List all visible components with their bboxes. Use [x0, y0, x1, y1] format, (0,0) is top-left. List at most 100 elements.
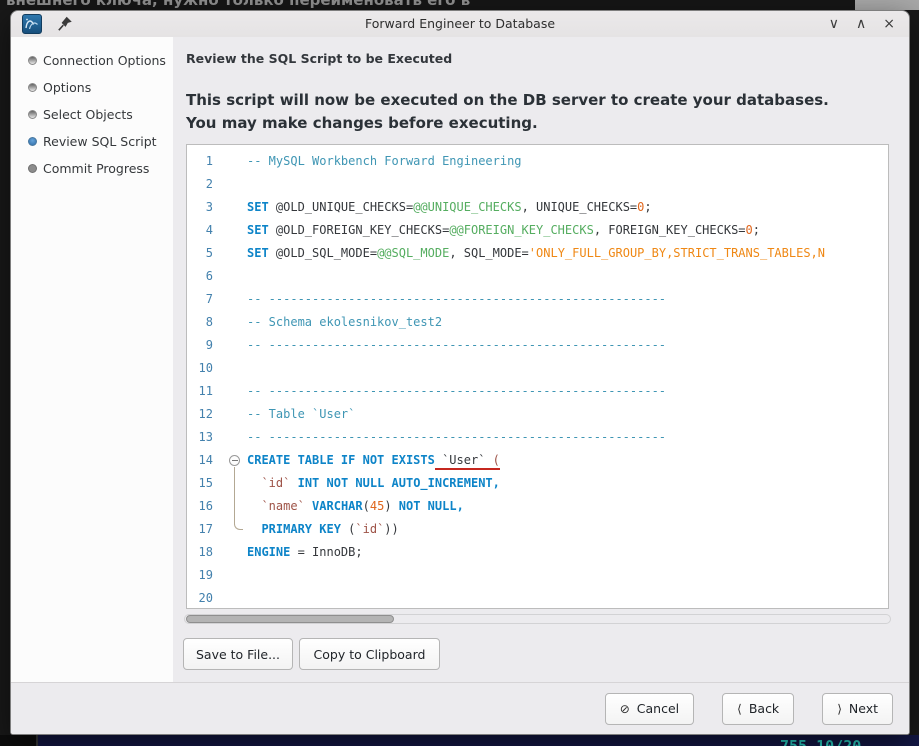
line-number: 6 — [187, 265, 213, 288]
description-text: This script will now be executed on the … — [186, 89, 829, 135]
line-number: 7 — [187, 288, 213, 311]
code-text: SET @OLD_SQL_MODE=@@SQL_MODE, SQL_MODE='… — [247, 242, 825, 265]
line-number: 16 — [187, 495, 213, 518]
main-content: Review the SQL Script to be Executed Thi… — [173, 37, 909, 682]
code-line-19[interactable]: 19 — [187, 564, 888, 587]
copy-to-clipboard-button[interactable]: Copy to Clipboard — [299, 638, 440, 670]
sidebar-item-connection-options[interactable]: Connection Options — [11, 47, 173, 74]
code-line-1[interactable]: 1 -- MySQL Workbench Forward Engineering — [187, 150, 888, 173]
cancel-label: Cancel — [637, 701, 679, 716]
code-line-6[interactable]: 6 — [187, 265, 888, 288]
line-number: 9 — [187, 334, 213, 357]
sidebar-item-review-sql-script[interactable]: Review SQL Script — [11, 128, 173, 155]
code-line-9[interactable]: 9 -- ------------------------------------… — [187, 334, 888, 357]
code-text: -- Table `User` — [247, 403, 355, 426]
line-number: 15 — [187, 472, 213, 495]
close-icon[interactable]: × — [883, 15, 895, 33]
code-text: PRIMARY KEY (`id`)) — [247, 518, 399, 541]
line-number: 18 — [187, 541, 213, 564]
line-number: 8 — [187, 311, 213, 334]
step-bullet-icon — [28, 164, 37, 173]
code-text: -- -------------------------------------… — [247, 334, 666, 357]
code-text: -- -------------------------------------… — [247, 288, 666, 311]
step-label: Review SQL Script — [43, 134, 157, 149]
background-window-top-right — [855, 0, 919, 10]
sidebar-item-commit-progress[interactable]: Commit Progress — [11, 155, 173, 182]
line-number: 2 — [187, 173, 213, 196]
back-button[interactable]: ⟨ Back — [722, 693, 794, 725]
step-bullet-icon — [28, 137, 37, 146]
editor-horizontal-scrollbar[interactable] — [184, 614, 891, 624]
code-line-17[interactable]: 17 PRIMARY KEY (`id`)) — [187, 518, 888, 541]
dialog-footer: ⊘ Cancel ⟨ Back ⟩ Next — [11, 682, 909, 734]
code-fold-guide — [234, 467, 243, 530]
code-line-8[interactable]: 8-- Schema ekolesnikov_test2 — [187, 311, 888, 334]
scrollbar-thumb[interactable] — [186, 615, 394, 623]
dialog-title: Forward Engineer to Database — [11, 16, 909, 31]
line-number: 14 — [187, 449, 213, 472]
line-number: 3 — [187, 196, 213, 219]
code-line-11[interactable]: 11 -- -----------------------------------… — [187, 380, 888, 403]
step-label: Connection Options — [43, 53, 166, 68]
background-bottom-text-fragment: 755 10/20 — [780, 737, 861, 746]
code-text: SET @OLD_FOREIGN_KEY_CHECKS=@@FOREIGN_KE… — [247, 219, 760, 242]
code-line-12[interactable]: 12-- Table `User` — [187, 403, 888, 426]
desktop: внешнего ключа, нужно только переименова… — [0, 0, 919, 746]
sql-script-editor[interactable]: 1 -- MySQL Workbench Forward Engineering 2… — [186, 144, 889, 609]
code-line-2[interactable]: 2 — [187, 173, 888, 196]
code-text: -- MySQL Workbench Forward Engineering — [247, 150, 522, 173]
step-label: Commit Progress — [43, 161, 149, 176]
window-controls: ∨ ∧ × — [829, 15, 895, 33]
step-label: Select Objects — [43, 107, 133, 122]
code-line-14[interactable]: 14 CREATE TABLE IF NOT EXISTS `User` ( — [187, 449, 888, 472]
code-text: `name` VARCHAR(45) NOT NULL, — [247, 495, 464, 518]
code-line-10[interactable]: 10 — [187, 357, 888, 380]
sidebar-item-options[interactable]: Options — [11, 74, 173, 101]
save-to-file-button[interactable]: Save to File... — [183, 638, 293, 670]
minimize-icon[interactable]: ∨ — [829, 15, 839, 33]
code-text: `id` INT NOT NULL AUTO_INCREMENT, — [247, 472, 500, 495]
step-label: Options — [43, 80, 91, 95]
cancel-icon: ⊘ — [620, 702, 630, 716]
dialog-titlebar[interactable]: Forward Engineer to Database ∨ ∧ × — [11, 11, 909, 38]
line-number: 19 — [187, 564, 213, 587]
background-window-bottom: 755 10/20 — [0, 735, 919, 746]
chevron-left-icon: ⟨ — [737, 702, 742, 716]
description-line-1: This script will now be executed on the … — [186, 89, 829, 112]
code-line-16[interactable]: 16 `name` VARCHAR(45) NOT NULL, — [187, 495, 888, 518]
description-line-2: You may make changes before executing. — [186, 112, 829, 135]
background-window-top: внешнего ключа, нужно только переименова… — [0, 0, 919, 10]
maximize-icon[interactable]: ∧ — [856, 15, 866, 33]
step-bullet-icon — [28, 110, 37, 119]
step-bullet-icon — [28, 56, 37, 65]
code-line-18[interactable]: 18ENGINE = InnoDB; — [187, 541, 888, 564]
line-number: 1 — [187, 150, 213, 173]
line-number: 13 — [187, 426, 213, 449]
forward-engineer-dialog: Forward Engineer to Database ∨ ∧ × Conne… — [10, 10, 910, 735]
code-line-5[interactable]: 5SET @OLD_SQL_MODE=@@SQL_MODE, SQL_MODE=… — [187, 242, 888, 265]
code-text: CREATE TABLE IF NOT EXISTS `User` ( — [247, 449, 500, 472]
cancel-button[interactable]: ⊘ Cancel — [605, 693, 694, 725]
code-line-3[interactable]: 3 SET @OLD_UNIQUE_CHECKS=@@UNIQUE_CHECKS,… — [187, 196, 888, 219]
line-number: 4 — [187, 219, 213, 242]
code-line-7[interactable]: 7 -- ------------------------------------… — [187, 288, 888, 311]
code-text: -- -------------------------------------… — [247, 380, 666, 403]
background-bottom-left-panel — [0, 735, 38, 746]
code-text: SET @OLD_UNIQUE_CHECKS=@@UNIQUE_CHECKS, … — [247, 196, 652, 219]
code-line-15[interactable]: 15 `id` INT NOT NULL AUTO_INCREMENT, — [187, 472, 888, 495]
code-line-4[interactable]: 4 SET @OLD_FOREIGN_KEY_CHECKS=@@FOREIGN_K… — [187, 219, 888, 242]
back-label: Back — [749, 701, 779, 716]
background-text-fragment: внешнего ключа, нужно только переименова… — [6, 0, 470, 9]
code-line-20[interactable]: 20 — [187, 587, 888, 609]
wizard-steps-sidebar: Connection Options Options Select Objects R… — [11, 37, 173, 682]
code-text: -- -------------------------------------… — [247, 426, 666, 449]
chevron-right-icon: ⟩ — [837, 702, 842, 716]
line-number: 11 — [187, 380, 213, 403]
code-fold-icon[interactable] — [229, 455, 240, 466]
page-title: Review the SQL Script to be Executed — [186, 51, 452, 66]
code-line-13[interactable]: 13 -- -----------------------------------… — [187, 426, 888, 449]
line-number: 17 — [187, 518, 213, 541]
sidebar-item-select-objects[interactable]: Select Objects — [11, 101, 173, 128]
line-number: 10 — [187, 357, 213, 380]
next-button[interactable]: ⟩ Next — [822, 693, 893, 725]
